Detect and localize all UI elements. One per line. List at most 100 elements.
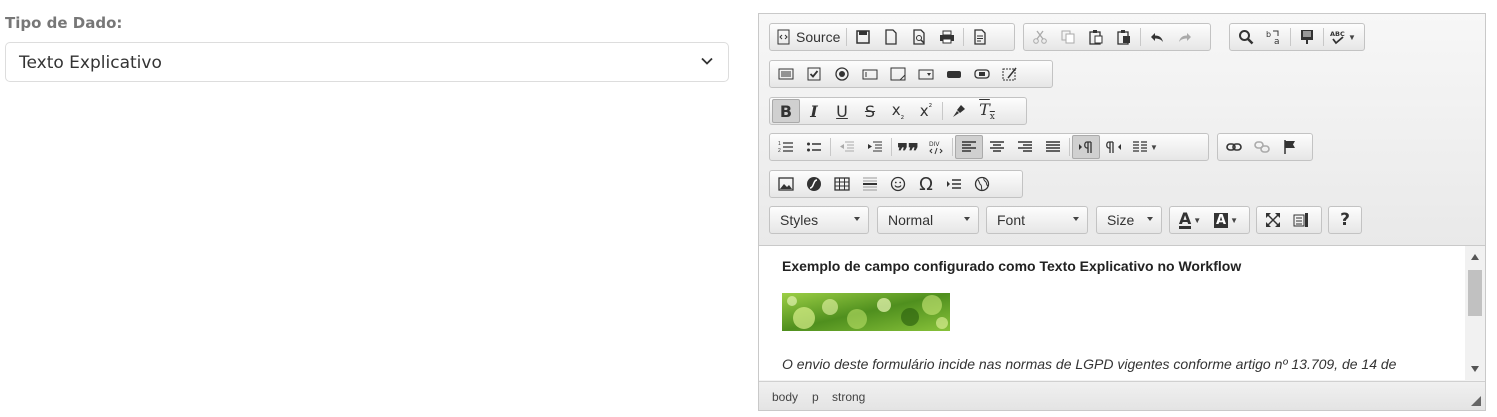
show-blocks-button[interactable] [1287, 208, 1315, 232]
new-page-button[interactable] [877, 25, 905, 49]
spellcheck-button[interactable]: ABC ▼ [1326, 25, 1360, 49]
about-group: ? [1328, 206, 1362, 234]
editor-content[interactable]: Exemplo de campo configurado como Texto … [759, 246, 1465, 380]
styles-combo-label: Styles [780, 212, 819, 228]
redo-button[interactable] [1171, 25, 1199, 49]
print-button[interactable] [933, 25, 961, 49]
select-all-button[interactable] [1293, 25, 1321, 49]
hidden-field-button[interactable] [996, 62, 1024, 86]
flash-icon [807, 177, 821, 191]
copy-format-button[interactable] [945, 99, 973, 123]
form-button-button[interactable] [940, 62, 968, 86]
ltr-button[interactable] [1072, 135, 1100, 159]
paste-button[interactable] [1082, 25, 1110, 49]
page-break-button[interactable] [940, 172, 968, 196]
strike-button[interactable]: S [856, 99, 884, 123]
link-icon [1226, 143, 1242, 151]
size-combo[interactable]: Size [1096, 206, 1162, 234]
select-field-button[interactable] [912, 62, 940, 86]
paste-word-icon [1117, 30, 1130, 45]
bulleted-list-button[interactable] [800, 135, 828, 159]
replace-button[interactable]: ba [1260, 25, 1288, 49]
text-color-button[interactable]: A ▼ [1172, 208, 1208, 232]
copy-button[interactable] [1054, 25, 1082, 49]
globe-icon [974, 176, 990, 192]
select-all-icon [1301, 30, 1313, 44]
blockquote-button[interactable]: ❞❞ [894, 135, 922, 161]
scroll-thumb[interactable] [1468, 270, 1482, 316]
path-item[interactable]: p [812, 390, 819, 404]
numbered-list-button[interactable]: 12 [772, 135, 800, 159]
text-color-icon: A [1178, 208, 1192, 229]
unlink-button[interactable] [1248, 135, 1276, 159]
links-group [1217, 133, 1313, 161]
path-item[interactable]: body [772, 390, 798, 404]
scroll-down-arrow-icon[interactable] [1471, 366, 1479, 372]
undo-button[interactable] [1143, 25, 1171, 49]
textarea-button[interactable] [884, 62, 912, 86]
indent-button[interactable] [861, 135, 889, 159]
special-char-button[interactable]: Ω [912, 172, 940, 196]
superscript-button[interactable]: x² [912, 99, 940, 123]
new-page-icon [885, 29, 898, 45]
path-item[interactable]: strong [832, 390, 865, 404]
textarea-icon [890, 67, 906, 81]
subscript-button[interactable]: x₂ [884, 99, 912, 123]
rtl-button[interactable] [1100, 135, 1128, 159]
align-left-button[interactable] [955, 135, 983, 159]
image-button-button[interactable] [968, 62, 996, 86]
about-button[interactable]: ? [1331, 208, 1359, 232]
dropdown-caret-icon: ▼ [1230, 215, 1238, 225]
bg-color-button[interactable]: A ▼ [1208, 208, 1244, 232]
remove-format-button[interactable]: Tx [973, 99, 1001, 123]
anchor-button[interactable] [1276, 135, 1304, 159]
radio-button[interactable] [828, 62, 856, 86]
underline-button[interactable]: U [828, 99, 856, 123]
data-type-select[interactable]: Texto Explicativo [5, 42, 729, 82]
font-combo[interactable]: Font [986, 206, 1088, 234]
source-button[interactable]: Source [772, 25, 844, 49]
svg-text:2: 2 [778, 148, 781, 154]
content-scrollbar[interactable] [1465, 246, 1485, 380]
align-right-button[interactable] [1011, 135, 1039, 159]
find-button[interactable] [1232, 25, 1260, 49]
preview-button[interactable] [905, 25, 933, 49]
align-center-button[interactable] [983, 135, 1011, 159]
flash-button[interactable] [800, 172, 828, 196]
resize-grip-icon[interactable] [1471, 396, 1481, 406]
paste-word-button[interactable] [1110, 25, 1138, 49]
templates-button[interactable] [966, 25, 994, 49]
separator [846, 28, 848, 46]
horizontal-rule-button[interactable] [856, 172, 884, 196]
copy-icon [1061, 30, 1075, 44]
maximize-button[interactable] [1259, 208, 1287, 232]
image-button[interactable] [772, 172, 800, 196]
smiley-button[interactable] [884, 172, 912, 196]
unlink-icon [1254, 141, 1270, 153]
format-combo[interactable]: Normal [877, 206, 979, 234]
table-button[interactable] [828, 172, 856, 196]
underline-icon: U [836, 101, 848, 121]
form-button[interactable] [772, 62, 800, 86]
outdent-button[interactable] [833, 135, 861, 159]
create-div-button[interactable]: DIV [922, 135, 950, 159]
textfield-icon [862, 69, 878, 80]
link-button[interactable] [1220, 135, 1248, 159]
text-ltr-icon [1079, 141, 1092, 153]
justify-button[interactable] [1039, 135, 1067, 159]
hidden-field-icon [1002, 67, 1017, 81]
styles-combo[interactable]: Styles [769, 206, 869, 234]
replace-icon: ba [1266, 30, 1280, 45]
iframe-button[interactable] [968, 172, 996, 196]
save-button[interactable] [849, 25, 877, 49]
italic-button[interactable]: I [800, 99, 828, 123]
source-icon [777, 29, 790, 45]
language-button[interactable]: ▼ [1128, 135, 1162, 159]
scroll-up-arrow-icon[interactable] [1471, 254, 1479, 260]
select-field-icon [918, 69, 934, 80]
cut-button[interactable] [1026, 25, 1054, 49]
checkbox-button[interactable] [800, 62, 828, 86]
bold-button[interactable]: B [772, 99, 800, 123]
textfield-button[interactable] [856, 62, 884, 86]
green-bokeh-image [782, 293, 950, 331]
